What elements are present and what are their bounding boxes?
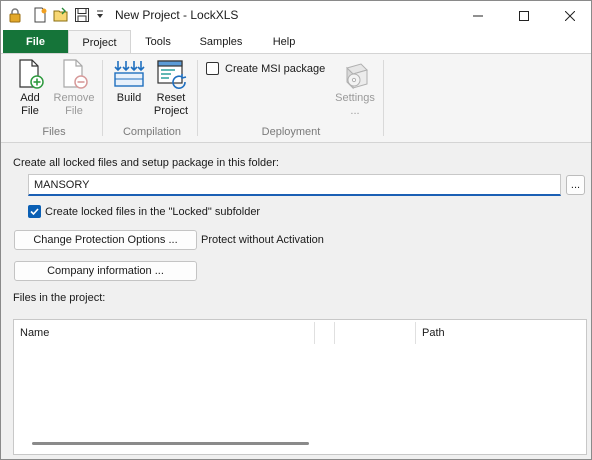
add-file-button[interactable]: Add File [14, 58, 46, 118]
add-file-icon [19, 59, 44, 89]
ribbon-group-separator [383, 60, 384, 136]
column-header-3[interactable] [335, 320, 415, 346]
app-window: New Project - LockXLS File Project Tools… [0, 0, 592, 460]
locked-subfolder-checkbox-box[interactable] [28, 205, 41, 218]
add-file-label-line1: Add [20, 92, 40, 104]
column-header-path[interactable]: Path [416, 320, 586, 346]
lock-icon [7, 7, 23, 23]
company-information-button[interactable]: Company information ... [14, 261, 197, 281]
horizontal-scrollbar[interactable] [32, 442, 309, 445]
reset-project-label-line1: Reset [156, 92, 186, 104]
create-msi-checkbox-box[interactable] [206, 62, 219, 75]
remove-file-label-line2: File [65, 105, 83, 117]
tab-project[interactable]: Project [68, 30, 131, 54]
settings-disc-icon [346, 63, 368, 90]
change-protection-options-button[interactable]: Change Protection Options ... [14, 230, 197, 250]
column-header-2[interactable] [315, 320, 334, 346]
ribbon-group-separator [197, 60, 198, 136]
close-icon [565, 10, 575, 21]
add-file-label-line2: File [21, 105, 39, 117]
tab-tools[interactable]: Tools [133, 30, 183, 53]
create-msi-label: Create MSI package [225, 62, 326, 75]
new-file-icon[interactable] [32, 7, 48, 23]
customize-toolbar-icon[interactable] [95, 9, 105, 25]
ribbon-tabs: File Project Tools Samples Help [1, 30, 591, 54]
column-header-name[interactable]: Name [14, 320, 314, 346]
build-button[interactable]: Build [112, 58, 146, 105]
protection-status-text: Protect without Activation [201, 234, 324, 246]
output-folder-input[interactable] [28, 174, 561, 196]
minimize-icon [473, 15, 483, 16]
settings-label-line2: ... [350, 105, 360, 117]
tab-help[interactable]: Help [259, 30, 309, 53]
open-folder-icon[interactable] [53, 7, 69, 23]
browse-folder-button[interactable]: ... [566, 175, 585, 195]
remove-file-icon [63, 59, 88, 89]
tab-samples[interactable]: Samples [189, 30, 253, 53]
ribbon-group-separator [102, 60, 103, 136]
title-bar: New Project - LockXLS [1, 1, 591, 30]
locked-subfolder-label: Create locked files in the "Locked" subf… [45, 205, 261, 218]
remove-file-label-line1: Remove [53, 92, 95, 104]
window-title: New Project - LockXLS [115, 8, 239, 22]
reset-project-button[interactable]: Reset Project [151, 58, 191, 118]
reset-project-label-line2: Project [153, 105, 189, 117]
build-label: Build [116, 92, 142, 104]
group-label-files: Files [42, 126, 66, 138]
maximize-icon [519, 10, 529, 21]
output-folder-label: Create all locked files and setup packag… [13, 157, 279, 169]
checkmark-icon [30, 208, 39, 216]
maximize-button[interactable] [501, 1, 547, 30]
settings-label-line1: Settings [335, 92, 375, 104]
files-in-project-label: Files in the project: [13, 292, 106, 304]
save-icon[interactable] [74, 7, 90, 23]
remove-file-button[interactable]: Remove File [52, 58, 96, 118]
build-icon [114, 61, 145, 87]
minimize-button[interactable] [455, 1, 501, 30]
ribbon-panel: Add File Remove File Files Build Reset P… [1, 53, 591, 143]
project-files-list[interactable]: Name Path [13, 319, 587, 455]
tab-file[interactable]: File [3, 30, 68, 53]
group-label-compilation: Compilation [122, 126, 182, 138]
settings-button[interactable]: Settings ... [331, 58, 379, 118]
group-label-deployment: Deployment [261, 126, 321, 138]
reset-project-icon [157, 60, 187, 89]
create-msi-checkbox[interactable]: Create MSI package [206, 62, 325, 75]
locked-subfolder-checkbox[interactable]: Create locked files in the "Locked" subf… [28, 205, 260, 218]
close-button[interactable] [547, 1, 591, 30]
